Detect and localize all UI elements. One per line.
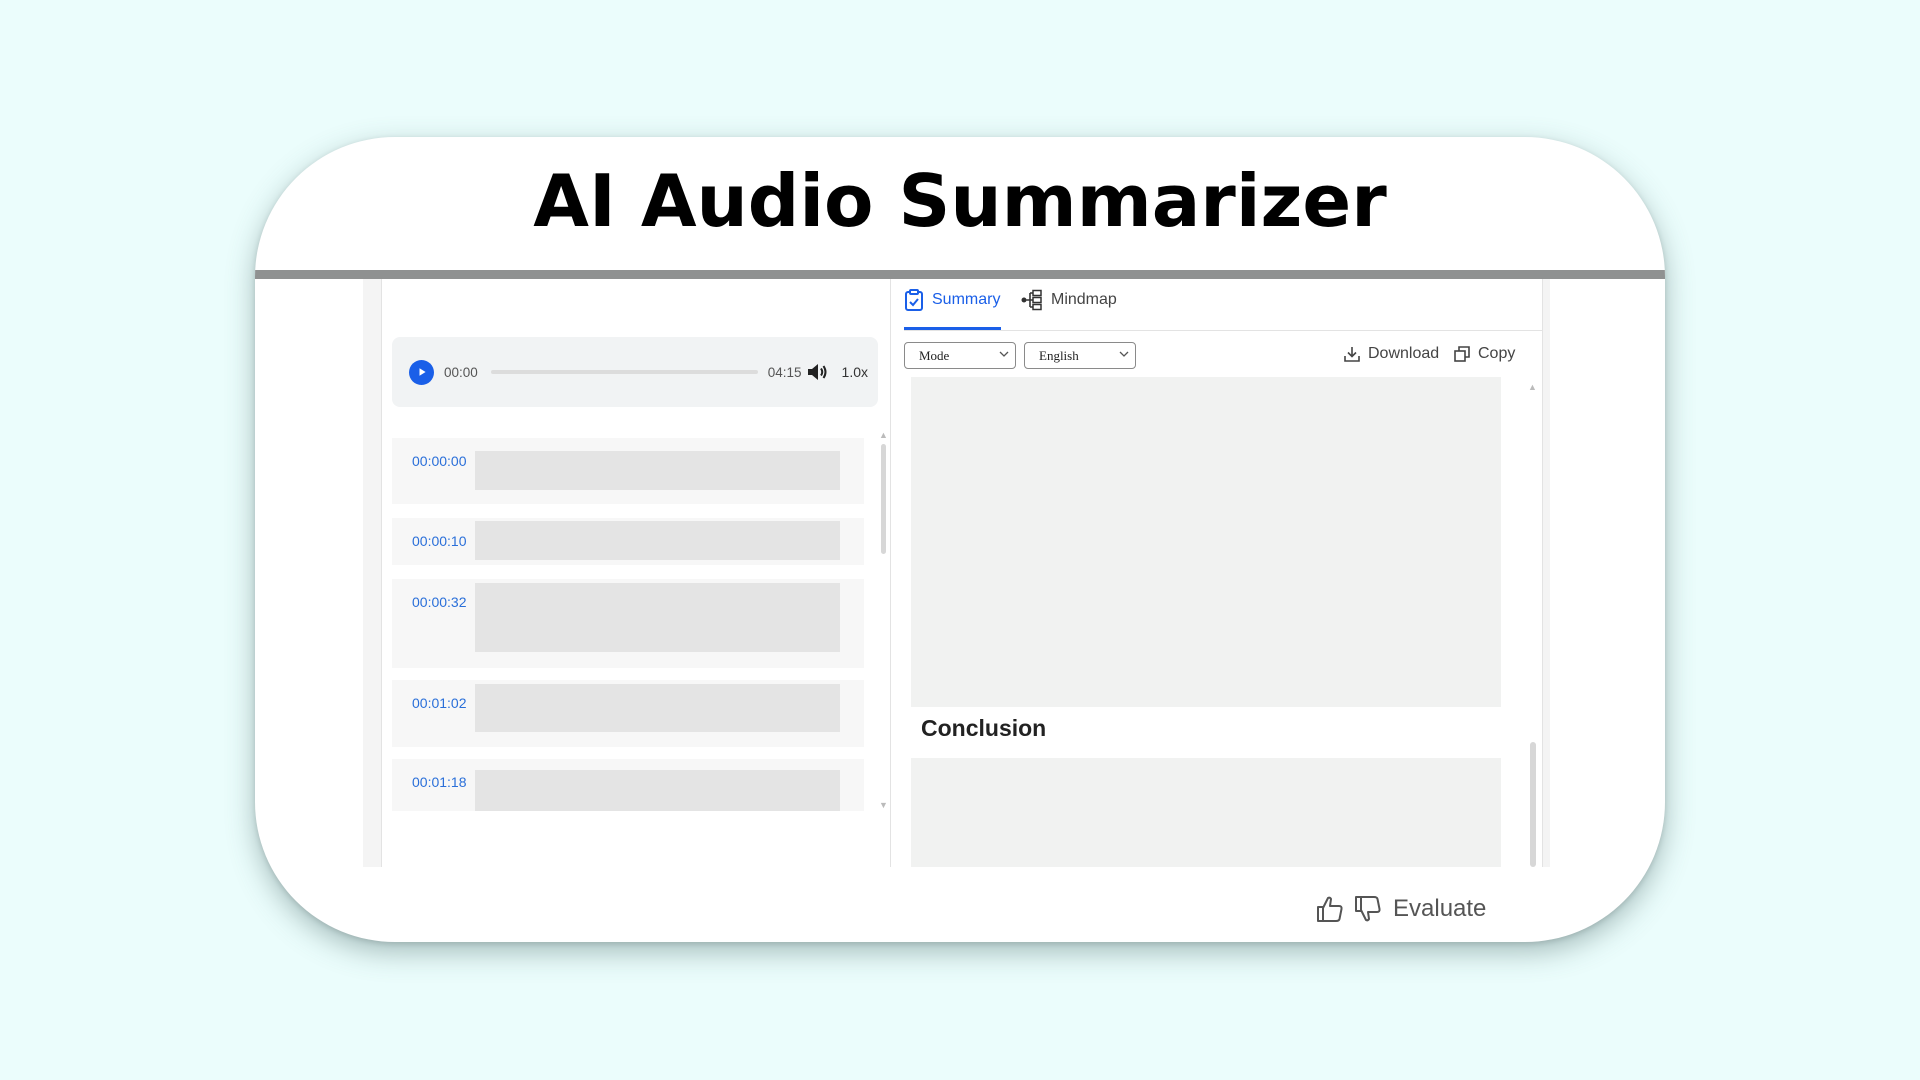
segment-text [475, 451, 840, 490]
copy-label: Copy [1478, 345, 1516, 362]
mode-select[interactable]: Mode [904, 342, 1016, 369]
scrollbar-thumb[interactable] [1530, 742, 1536, 867]
transcript-segment[interactable]: 00:00:32 [392, 579, 864, 668]
chevron-down-icon [1119, 351, 1129, 357]
summary-scrollbar[interactable]: ▲ [1528, 382, 1537, 867]
language-select-value: English [1039, 348, 1079, 363]
total-time: 04:15 [767, 364, 802, 380]
segment-timestamp[interactable]: 00:00:10 [412, 533, 467, 549]
scrollbar-thumb[interactable] [881, 444, 886, 554]
play-button[interactable] [409, 359, 434, 385]
segment-text [475, 770, 840, 811]
tab-summary-label: Summary [932, 291, 1001, 308]
right-panel-edge [1542, 279, 1550, 867]
mindmap-icon [1021, 289, 1042, 311]
scroll-up-icon[interactable]: ▲ [1528, 382, 1537, 392]
panel-divider [890, 279, 891, 867]
playback-speed[interactable]: 1.0x [842, 364, 868, 380]
copy-icon [1454, 346, 1470, 362]
current-time: 00:00 [444, 364, 478, 380]
tab-summary[interactable]: Summary [904, 289, 1000, 311]
segment-text [475, 583, 840, 652]
transcript-scrollbar[interactable]: ▲ ▼ [879, 430, 888, 810]
transcript-segment[interactable]: 00:00:00 [392, 438, 864, 504]
title-divider [255, 270, 1665, 279]
page-title: AI Audio Summarizer [533, 159, 1387, 243]
conclusion-heading: Conclusion [921, 715, 1047, 741]
download-icon [1344, 347, 1360, 362]
scroll-up-icon[interactable]: ▲ [879, 430, 888, 440]
copy-button[interactable]: Copy [1453, 345, 1515, 363]
transcript-segment[interactable]: 00:00:10 [392, 518, 864, 565]
language-select[interactable]: English [1024, 342, 1136, 369]
transcript-segment[interactable]: 00:01:18 [392, 759, 864, 811]
segment-text [475, 521, 840, 560]
segment-text [475, 684, 840, 732]
segment-timestamp[interactable]: 00:00:00 [412, 453, 467, 469]
segment-timestamp[interactable]: 00:00:32 [412, 594, 467, 610]
conclusion-content-block [911, 758, 1501, 867]
transcript-segment[interactable]: 00:01:02 [392, 680, 864, 747]
download-label: Download [1368, 345, 1440, 362]
evaluate-label[interactable]: Evaluate [1393, 895, 1486, 923]
summary-tabs: Summary Mindmap [904, 279, 1542, 331]
download-button[interactable]: Download [1343, 345, 1439, 363]
scroll-down-icon[interactable]: ▼ [879, 800, 888, 810]
thumbs-down-icon[interactable] [1353, 894, 1383, 924]
chevron-down-icon [999, 351, 1009, 357]
play-icon [419, 368, 426, 376]
audio-player: 00:00 04:15 1.0x [392, 337, 878, 407]
segment-timestamp[interactable]: 00:01:18 [412, 774, 467, 790]
left-panel-edge [363, 279, 382, 867]
volume-icon[interactable] [806, 361, 830, 383]
tab-mindmap-label: Mindmap [1051, 291, 1117, 308]
summary-content-block [911, 377, 1501, 707]
segment-timestamp[interactable]: 00:01:02 [412, 695, 467, 711]
thumbs-up-icon[interactable] [1315, 894, 1345, 924]
mode-select-value: Mode [919, 348, 950, 363]
summarizer-card: AI Audio Summarizer 00:00 04:15 1.0x 00:… [255, 137, 1665, 942]
active-tab-indicator [904, 327, 1001, 330]
evaluate-bar: Evaluate [1315, 894, 1486, 924]
progress-track[interactable] [490, 370, 758, 374]
clipboard-check-icon [905, 289, 923, 311]
tab-mindmap[interactable]: Mindmap [1021, 289, 1117, 311]
